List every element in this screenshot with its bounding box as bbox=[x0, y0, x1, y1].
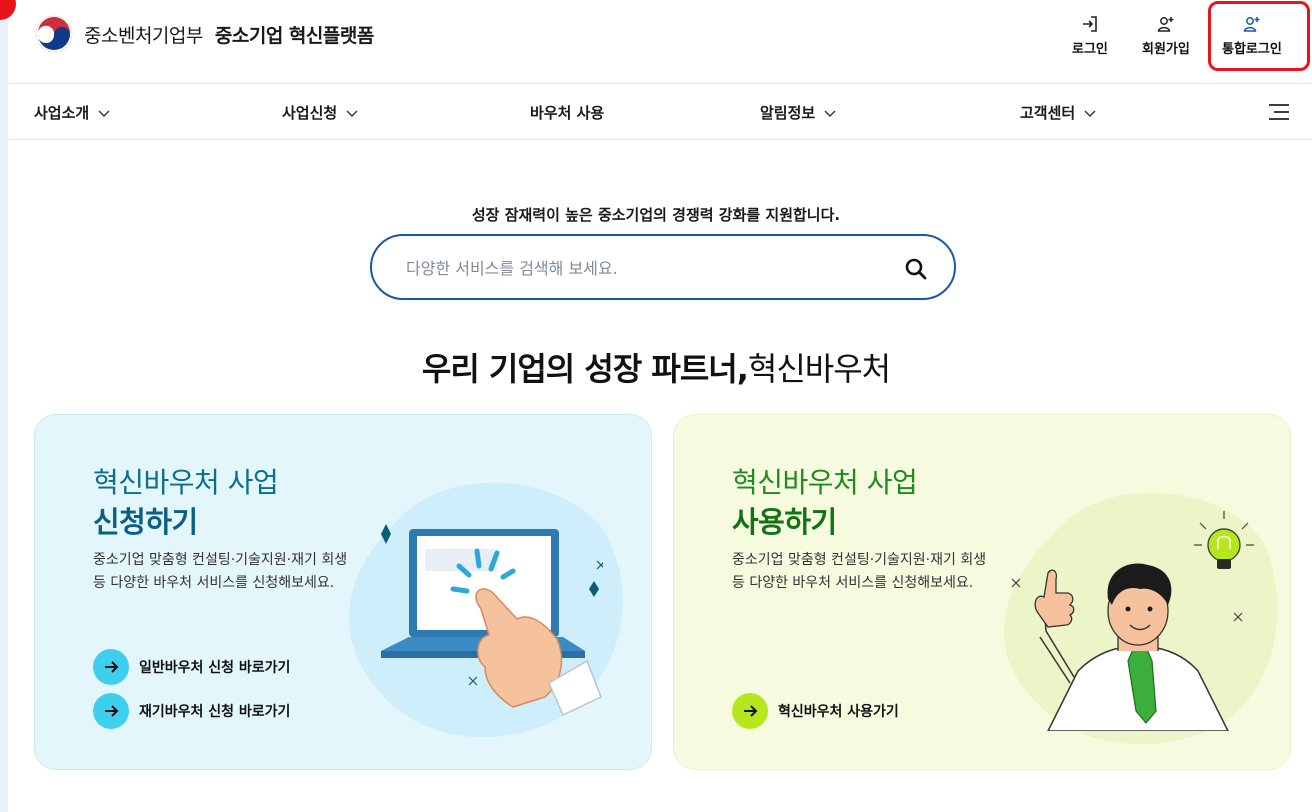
hero-headline: 우리 기업의 성장 파트너,혁신바우처 bbox=[0, 344, 1312, 390]
login-label: 로그인 bbox=[1072, 42, 1108, 57]
taegeuk-icon bbox=[35, 15, 73, 53]
nav-label: 사업소개 bbox=[34, 104, 90, 122]
site-logo[interactable]: 중소벤처기업부 중소기업 혁신플랫폼 bbox=[34, 14, 374, 54]
hero-tagline: 성장 잠재력이 높은 중소기업의 경쟁력 강화를 지원합니다. bbox=[471, 206, 841, 224]
nav-item-notice[interactable]: 알림정보 bbox=[760, 102, 837, 123]
use-voucher-card: 혁신바우처 사업 사용하기 중소기업 맞춤형 컨설팅·기술지원·재기 회생 등 … bbox=[673, 414, 1291, 770]
nav-label: 알림정보 bbox=[760, 104, 816, 122]
restart-voucher-apply-link[interactable]: 재기바우처 신청 바로가기 bbox=[93, 693, 290, 729]
site-header: 중소벤처기업부 중소기업 혁신플랫폼 로그인 회원가입 통합로그인 bbox=[8, 0, 1312, 84]
main-nav: 사업소개 사업신청 바우처 사용 알림정보 고객센터 bbox=[8, 84, 1312, 140]
card-title-light: 혁신바우처 사업 bbox=[93, 466, 279, 499]
hamburger-menu-icon[interactable] bbox=[1266, 102, 1292, 122]
nav-label: 고객센터 bbox=[1020, 104, 1076, 122]
card-title-bold: 사용하기 bbox=[732, 505, 837, 539]
sparkle-icon bbox=[468, 676, 478, 686]
sparkle-icon bbox=[589, 581, 599, 597]
nav-item-apply[interactable]: 사업신청 bbox=[282, 102, 359, 123]
search-box bbox=[370, 234, 956, 300]
arrow-right-icon bbox=[93, 693, 129, 729]
sparkle-icon bbox=[1233, 612, 1243, 622]
nav-label: 사업신청 bbox=[282, 104, 338, 122]
nav-label: 바우처 사용 bbox=[530, 104, 605, 122]
search-icon[interactable] bbox=[902, 255, 930, 283]
businessman-illustration bbox=[1011, 511, 1254, 731]
add-user-icon bbox=[1157, 17, 1174, 32]
nav-item-customer-center[interactable]: 고객센터 bbox=[1020, 102, 1097, 123]
link-label: 일반바우처 신청 바로가기 bbox=[139, 660, 291, 676]
card-description: 중소기업 맞춤형 컨설팅·기술지원·재기 회생 등 다양한 바우처 서비스를 신… bbox=[732, 552, 987, 591]
headline-light: 혁신바우처 bbox=[747, 350, 891, 388]
arrow-right-icon bbox=[732, 693, 768, 729]
ministry-name: 중소벤처기업부 bbox=[84, 24, 203, 47]
left-accent-bar bbox=[0, 0, 8, 812]
nav-item-business-intro[interactable]: 사업소개 bbox=[34, 102, 111, 123]
general-voucher-apply-link[interactable]: 일반바우처 신청 바로가기 bbox=[93, 649, 290, 685]
lightbulb-icon bbox=[1194, 511, 1254, 569]
sparkle-icon bbox=[381, 524, 391, 544]
voucher-use-link[interactable]: 혁신바우처 사용가기 bbox=[732, 693, 899, 729]
nav-item-voucher-use[interactable]: 바우처 사용 bbox=[530, 102, 604, 123]
link-label: 혁신바우처 사용가기 bbox=[778, 704, 899, 720]
arrow-right-icon bbox=[93, 649, 129, 685]
platform-name: 중소기업 혁신플랫폼 bbox=[214, 24, 374, 47]
signup-button[interactable]: 회원가입 bbox=[1142, 14, 1190, 57]
link-label: 재기바우처 신청 바로가기 bbox=[139, 704, 291, 720]
login-icon bbox=[1082, 16, 1097, 32]
chevron-down-icon bbox=[824, 110, 836, 117]
search-input[interactable] bbox=[406, 254, 886, 282]
card-description: 중소기업 맞춤형 컨설팅·기술지원·재기 회생 등 다양한 바우처 서비스를 신… bbox=[93, 552, 348, 591]
sparkle-icon bbox=[596, 560, 603, 570]
chevron-down-icon bbox=[98, 110, 110, 117]
apply-voucher-card: 혁신바우처 사업 신청하기 중소기업 맞춤형 컨설팅·기술지원·재기 회생 등 … bbox=[34, 414, 652, 770]
headline-bold: 우리 기업의 성장 파트너, bbox=[421, 350, 749, 388]
login-button[interactable]: 로그인 bbox=[1072, 14, 1108, 57]
sparkle-icon bbox=[1011, 578, 1021, 588]
card-title-light: 혁신바우처 사업 bbox=[732, 466, 918, 499]
chevron-down-icon bbox=[1084, 110, 1096, 117]
card-title-bold: 신청하기 bbox=[93, 505, 198, 539]
laptop-hand-illustration bbox=[381, 524, 603, 717]
highlight-box bbox=[1208, 1, 1310, 71]
chevron-down-icon bbox=[346, 110, 358, 117]
signup-label: 회원가입 bbox=[1142, 42, 1190, 57]
